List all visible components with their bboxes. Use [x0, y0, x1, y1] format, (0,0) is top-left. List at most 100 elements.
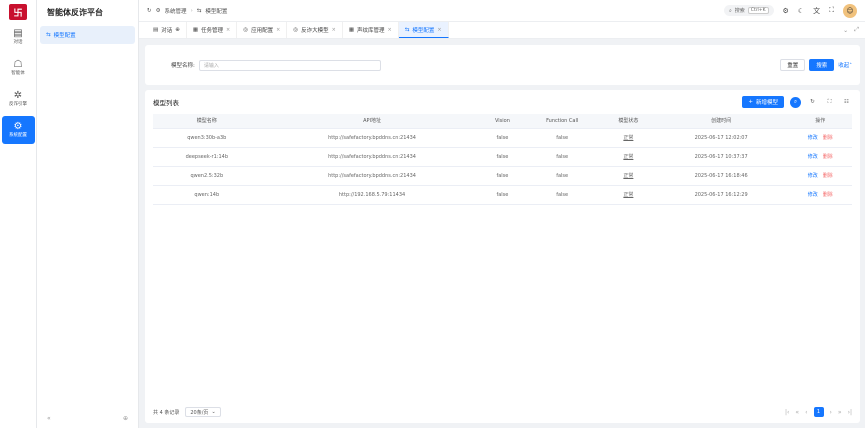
- rail-item-system-config[interactable]: ⚙ 系统配置: [1, 116, 35, 144]
- tab-chat[interactable]: ▤ 对话 ⊕: [147, 22, 187, 38]
- last-page-icon[interactable]: ›|: [848, 409, 852, 416]
- avatar[interactable]: ☺: [843, 3, 857, 18]
- tab-task-management[interactable]: ▦ 任务管理 ×: [187, 22, 238, 38]
- breadcrumb: ↻ ⚙ 系统管理 › ⇆ 模型配置: [147, 7, 227, 15]
- tab-bar: ▤ 对话 ⊕ ▦ 任务管理 × ◎ 应用配置 × ◎ 反诈大模型 × ▦ 声纹库…: [139, 22, 865, 39]
- rail-item-agent[interactable]: ☖ 智能体: [2, 54, 35, 82]
- reset-button[interactable]: 重置: [780, 59, 806, 71]
- rail-item-engine[interactable]: ✲ 反诈引擎: [2, 85, 35, 113]
- cell-function-call: false: [521, 185, 603, 205]
- table-row: qwen3:30b-a3b http://safefactory.bpddns.…: [153, 128, 852, 148]
- edit-button[interactable]: 修改: [808, 173, 818, 179]
- edit-button[interactable]: 修改: [808, 192, 818, 198]
- cell-model-name: qwen2.5:32b: [153, 166, 261, 186]
- search-button[interactable]: 搜索: [809, 59, 835, 71]
- rail-item-label: 系统配置: [9, 133, 27, 138]
- cell-created-time: 2025-06-17 16:12:29: [653, 185, 789, 205]
- table-title: 模型列表: [153, 99, 179, 107]
- cell-api-url: http://safefactory.bpddns.cn:21434: [260, 128, 484, 148]
- page-number[interactable]: 1: [813, 407, 824, 417]
- sidebar: 智能体反诈平台 ⇆ 模型配置 « ⊕: [37, 0, 139, 428]
- close-icon[interactable]: ×: [276, 27, 280, 33]
- next-group-icon[interactable]: »: [838, 409, 842, 416]
- edit-button[interactable]: 修改: [808, 154, 818, 160]
- collapse-filter-label: 收起: [838, 63, 850, 69]
- app-logo-icon: 卐: [9, 4, 27, 20]
- delete-button[interactable]: 删除: [823, 135, 833, 141]
- column-header: Vision: [483, 114, 522, 129]
- cell-vision: false: [483, 166, 522, 186]
- close-icon[interactable]: ×: [388, 27, 392, 33]
- prev-group-icon[interactable]: «: [795, 409, 799, 416]
- cell-api-url: http://safefactory.bpddns.cn:21434: [260, 147, 484, 167]
- column-settings-icon[interactable]: ☷: [841, 97, 852, 108]
- refresh-icon[interactable]: ↻: [147, 8, 152, 14]
- rail-item-label: 智能体: [11, 71, 25, 76]
- collapse-filter-link[interactable]: 收起˄: [838, 61, 852, 69]
- status-badge[interactable]: 正常: [623, 192, 633, 198]
- chevron-down-icon[interactable]: ⌄: [843, 27, 848, 34]
- status-badge[interactable]: 正常: [623, 135, 633, 141]
- cell-created-time: 2025-06-17 10:37:37: [653, 147, 789, 167]
- tab-label: 任务管理: [201, 28, 224, 34]
- prev-page-icon[interactable]: ‹: [805, 409, 807, 416]
- filter-panel: 模型名称: 请输入 重置 搜索 收起˄: [145, 45, 860, 85]
- tab-model-config[interactable]: ⇆ 模型配置 ×: [398, 22, 449, 38]
- pin-icon[interactable]: ⊕: [175, 27, 180, 33]
- column-header: 创建时间: [653, 114, 789, 129]
- tab-label: 反诈大模型: [301, 28, 329, 34]
- close-icon[interactable]: ×: [437, 27, 441, 33]
- breadcrumb-separator: ›: [190, 7, 193, 14]
- column-header: 操作: [788, 114, 852, 129]
- engine-icon: ✲: [13, 90, 23, 101]
- tab-label: 模型配置: [412, 27, 435, 34]
- close-icon[interactable]: ×: [226, 27, 230, 33]
- model-name-input[interactable]: 请输入: [198, 59, 381, 71]
- settings-icon[interactable]: ⚙: [783, 7, 789, 15]
- delete-button[interactable]: 删除: [823, 154, 833, 160]
- first-page-icon[interactable]: |‹: [785, 409, 789, 416]
- cell-api-url: http://safefactory.bpddns.cn:21434: [260, 166, 484, 186]
- status-badge[interactable]: 正常: [623, 173, 633, 179]
- fullscreen-icon[interactable]: ⛶: [829, 6, 834, 15]
- tab-fraud-model[interactable]: ◎ 反诈大模型 ×: [287, 22, 343, 38]
- pin-icon[interactable]: ⊕: [123, 415, 128, 422]
- collapse-sidebar-icon[interactable]: «: [47, 415, 51, 422]
- cell-vision: false: [483, 128, 522, 148]
- sliders-icon: ⇆: [46, 32, 51, 38]
- column-header: 模型名称: [153, 114, 261, 129]
- cell-vision: false: [483, 147, 522, 167]
- delete-button[interactable]: 删除: [823, 173, 833, 179]
- page-size-select[interactable]: 20条/页 ⌄: [185, 407, 221, 417]
- cell-function-call: false: [521, 147, 603, 167]
- global-search[interactable]: ⌕ 搜索 Ctrl+K: [723, 5, 774, 16]
- delete-button[interactable]: 删除: [823, 192, 833, 198]
- page-size-value: 20条/页: [190, 409, 209, 416]
- tab-app-config[interactable]: ◎ 应用配置 ×: [237, 22, 288, 38]
- next-page-icon[interactable]: ›: [830, 409, 832, 416]
- sidebar-item-model-config[interactable]: ⇆ 模型配置: [40, 26, 135, 44]
- total-records: 共 4 条记录: [153, 409, 180, 416]
- expand-icon[interactable]: ⤢: [854, 26, 859, 34]
- refresh-icon[interactable]: ↻: [807, 97, 818, 108]
- edit-button[interactable]: 修改: [808, 135, 818, 141]
- status-badge[interactable]: 正常: [623, 154, 633, 160]
- cell-created-time: 2025-06-17 16:18:46: [653, 166, 789, 186]
- search-icon[interactable]: ⌕: [790, 96, 801, 108]
- close-icon[interactable]: ×: [332, 27, 336, 33]
- dark-mode-icon[interactable]: ☾: [798, 7, 804, 15]
- fullscreen-icon[interactable]: ⛶: [824, 97, 835, 108]
- tab-voiceprint-library[interactable]: ▦ 声纹库管理 ×: [343, 22, 399, 38]
- app-icon: ◎: [243, 27, 249, 33]
- search-icon: ⌕: [728, 7, 732, 14]
- breadcrumb-item[interactable]: 系统管理: [165, 7, 187, 15]
- search-shortcut: Ctrl+K: [747, 7, 769, 14]
- global-search-label: 搜索: [734, 8, 745, 14]
- model-name-label: 模型名称:: [171, 63, 195, 69]
- chat-icon: ▤: [13, 28, 23, 39]
- gear-icon: ⚙: [13, 121, 23, 132]
- rail-item-chat[interactable]: ▤ 对话: [2, 23, 35, 51]
- table-row: qwen:14b http://192.168.5.79:11434 false…: [153, 185, 852, 205]
- add-model-button[interactable]: + 新增模型: [742, 96, 784, 108]
- translate-icon[interactable]: 文: [813, 6, 820, 16]
